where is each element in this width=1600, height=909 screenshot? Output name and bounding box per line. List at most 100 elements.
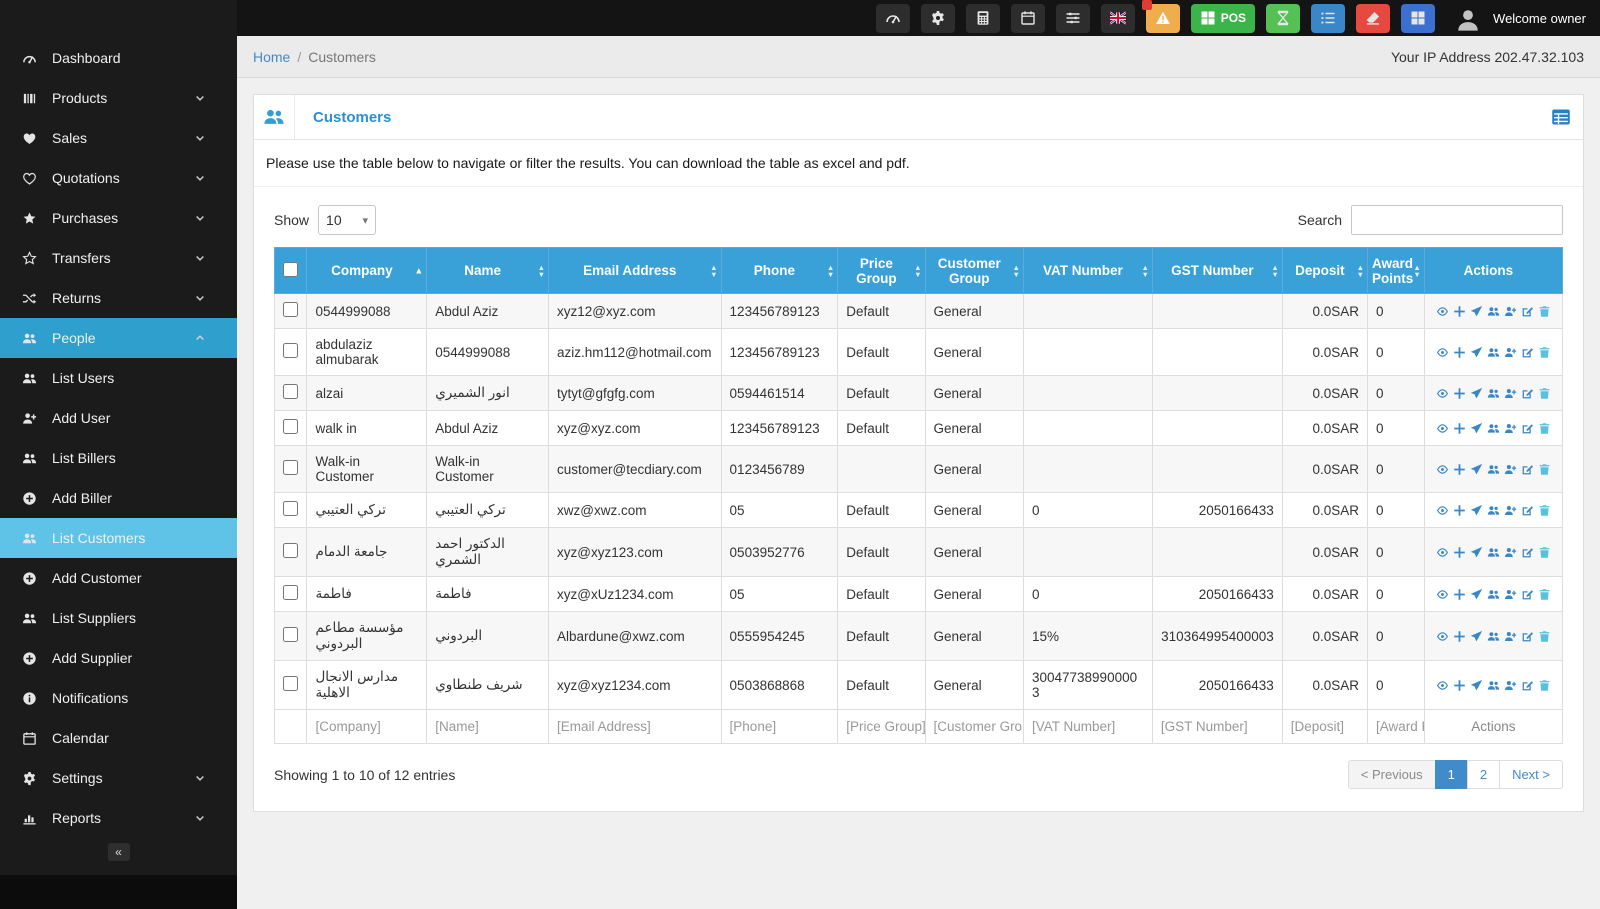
action-user-plus[interactable] bbox=[1504, 630, 1517, 643]
action-edit[interactable] bbox=[1521, 630, 1534, 643]
action-plus[interactable] bbox=[1453, 305, 1466, 318]
column-header-vat-number[interactable]: VAT Number ▲ ▼ bbox=[1022, 247, 1153, 294]
action-paper-plane[interactable] bbox=[1470, 679, 1483, 692]
action-eye[interactable] bbox=[1436, 422, 1449, 435]
action-user-plus[interactable] bbox=[1504, 588, 1517, 601]
action-plus[interactable] bbox=[1453, 346, 1466, 359]
action-paper-plane[interactable] bbox=[1470, 422, 1483, 435]
action-trash[interactable] bbox=[1538, 588, 1551, 601]
action-trash[interactable] bbox=[1538, 546, 1551, 559]
sidebar-item-returns[interactable]: Returns bbox=[0, 278, 237, 318]
action-plus[interactable] bbox=[1453, 422, 1466, 435]
sidebar-item-transfers[interactable]: Transfers bbox=[0, 238, 237, 278]
action-users[interactable] bbox=[1487, 546, 1500, 559]
previous-page-button[interactable]: < Previous bbox=[1347, 760, 1436, 789]
sidebar-item-people[interactable]: People bbox=[0, 318, 237, 358]
action-paper-plane[interactable] bbox=[1470, 504, 1483, 517]
action-edit[interactable] bbox=[1521, 463, 1534, 476]
filter-input-email-address[interactable]: [Email Address] bbox=[548, 709, 722, 744]
sidebar-item-notifications[interactable]: Notifications bbox=[0, 678, 237, 718]
next-page-button[interactable]: Next > bbox=[1499, 760, 1563, 789]
calendar-button[interactable] bbox=[1010, 3, 1045, 33]
action-paper-plane[interactable] bbox=[1470, 346, 1483, 359]
select-all-checkbox[interactable] bbox=[283, 261, 299, 277]
action-users[interactable] bbox=[1487, 422, 1500, 435]
column-header-actions[interactable]: Actions bbox=[1423, 247, 1564, 294]
action-edit[interactable] bbox=[1521, 387, 1534, 400]
action-plus[interactable] bbox=[1453, 588, 1466, 601]
language-flag-button[interactable] bbox=[1100, 3, 1135, 33]
column-header-award-points[interactable]: Award Points ▲ ▼ bbox=[1367, 247, 1425, 294]
action-edit[interactable] bbox=[1521, 588, 1534, 601]
sidebar-item-add-supplier[interactable]: Add Supplier bbox=[0, 638, 237, 678]
action-paper-plane[interactable] bbox=[1470, 546, 1483, 559]
action-user-plus[interactable] bbox=[1504, 546, 1517, 559]
column-header-price-group[interactable]: Price Group ▲ ▼ bbox=[837, 247, 926, 294]
action-plus[interactable] bbox=[1453, 387, 1466, 400]
list-button[interactable] bbox=[1311, 3, 1346, 33]
action-user-plus[interactable] bbox=[1504, 346, 1517, 359]
action-user-plus[interactable] bbox=[1504, 387, 1517, 400]
action-paper-plane[interactable] bbox=[1470, 305, 1483, 318]
avatar[interactable] bbox=[1453, 3, 1483, 33]
calculator-button[interactable] bbox=[965, 3, 1000, 33]
action-eye[interactable] bbox=[1436, 387, 1449, 400]
action-eye[interactable] bbox=[1436, 679, 1449, 692]
action-edit[interactable] bbox=[1521, 346, 1534, 359]
action-user-plus[interactable] bbox=[1504, 422, 1517, 435]
action-paper-plane[interactable] bbox=[1470, 387, 1483, 400]
page-length-select[interactable]: 10 ▾ bbox=[318, 205, 377, 235]
action-user-plus[interactable] bbox=[1504, 679, 1517, 692]
row-checkbox[interactable] bbox=[283, 585, 299, 600]
sidebar-item-list-billers[interactable]: List Billers bbox=[0, 438, 237, 478]
sidebar-item-list-suppliers[interactable]: List Suppliers bbox=[0, 598, 237, 638]
sidebar-item-add-customer[interactable]: Add Customer bbox=[0, 558, 237, 598]
action-trash[interactable] bbox=[1538, 630, 1551, 643]
sidebar-item-calendar[interactable]: Calendar bbox=[0, 718, 237, 758]
action-edit[interactable] bbox=[1521, 305, 1534, 318]
action-edit[interactable] bbox=[1521, 422, 1534, 435]
sidebar-item-add-biller[interactable]: Add Biller bbox=[0, 478, 237, 518]
sidebar-collapse-button[interactable]: « bbox=[107, 843, 130, 861]
row-checkbox[interactable] bbox=[283, 501, 299, 516]
action-trash[interactable] bbox=[1538, 679, 1551, 692]
action-trash[interactable] bbox=[1538, 305, 1551, 318]
column-header-phone[interactable]: Phone ▲ ▼ bbox=[720, 247, 839, 294]
filter-input-customer-group[interactable]: [Customer Group] bbox=[924, 709, 1024, 744]
action-plus[interactable] bbox=[1453, 463, 1466, 476]
row-checkbox[interactable] bbox=[283, 460, 299, 475]
filter-input-award-points[interactable]: [Award Points] bbox=[1367, 709, 1425, 744]
page-button-1[interactable]: 1 bbox=[1434, 760, 1468, 789]
sidebar-item-quotations[interactable]: Quotations bbox=[0, 158, 237, 198]
action-paper-plane[interactable] bbox=[1470, 588, 1483, 601]
column-header-name[interactable]: Name ▲ ▼ bbox=[426, 247, 550, 294]
action-plus[interactable] bbox=[1453, 504, 1466, 517]
pos-button[interactable]: POS bbox=[1190, 3, 1256, 33]
filter-input-gst-number[interactable]: [GST Number] bbox=[1151, 709, 1283, 744]
action-users[interactable] bbox=[1487, 504, 1500, 517]
alerts-button[interactable] bbox=[1141, 0, 1180, 33]
filter-input-deposit[interactable]: [Deposit] bbox=[1281, 709, 1369, 744]
action-users[interactable] bbox=[1487, 305, 1500, 318]
row-checkbox[interactable] bbox=[283, 302, 299, 317]
action-eye[interactable] bbox=[1436, 630, 1449, 643]
column-header-email-address[interactable]: Email Address ▲ ▼ bbox=[548, 247, 722, 294]
breadcrumb-home-link[interactable]: Home bbox=[253, 49, 290, 65]
action-trash[interactable] bbox=[1538, 422, 1551, 435]
action-edit[interactable] bbox=[1521, 504, 1534, 517]
action-user-plus[interactable] bbox=[1504, 305, 1517, 318]
action-users[interactable] bbox=[1487, 588, 1500, 601]
filter-input-company[interactable]: [Company] bbox=[306, 709, 428, 744]
action-trash[interactable] bbox=[1538, 346, 1551, 359]
action-eye[interactable] bbox=[1436, 305, 1449, 318]
filter-input-vat-number[interactable]: [VAT Number] bbox=[1022, 709, 1153, 744]
action-trash[interactable] bbox=[1538, 504, 1551, 517]
action-eye[interactable] bbox=[1436, 463, 1449, 476]
page-button-2[interactable]: 2 bbox=[1466, 760, 1501, 789]
row-checkbox[interactable] bbox=[283, 384, 299, 399]
action-eye[interactable] bbox=[1436, 588, 1449, 601]
panel-menu-button[interactable] bbox=[1551, 107, 1571, 127]
action-users[interactable] bbox=[1487, 463, 1500, 476]
sidebar-item-products[interactable]: Products bbox=[0, 78, 237, 118]
sidebar-item-settings[interactable]: Settings bbox=[0, 758, 237, 798]
